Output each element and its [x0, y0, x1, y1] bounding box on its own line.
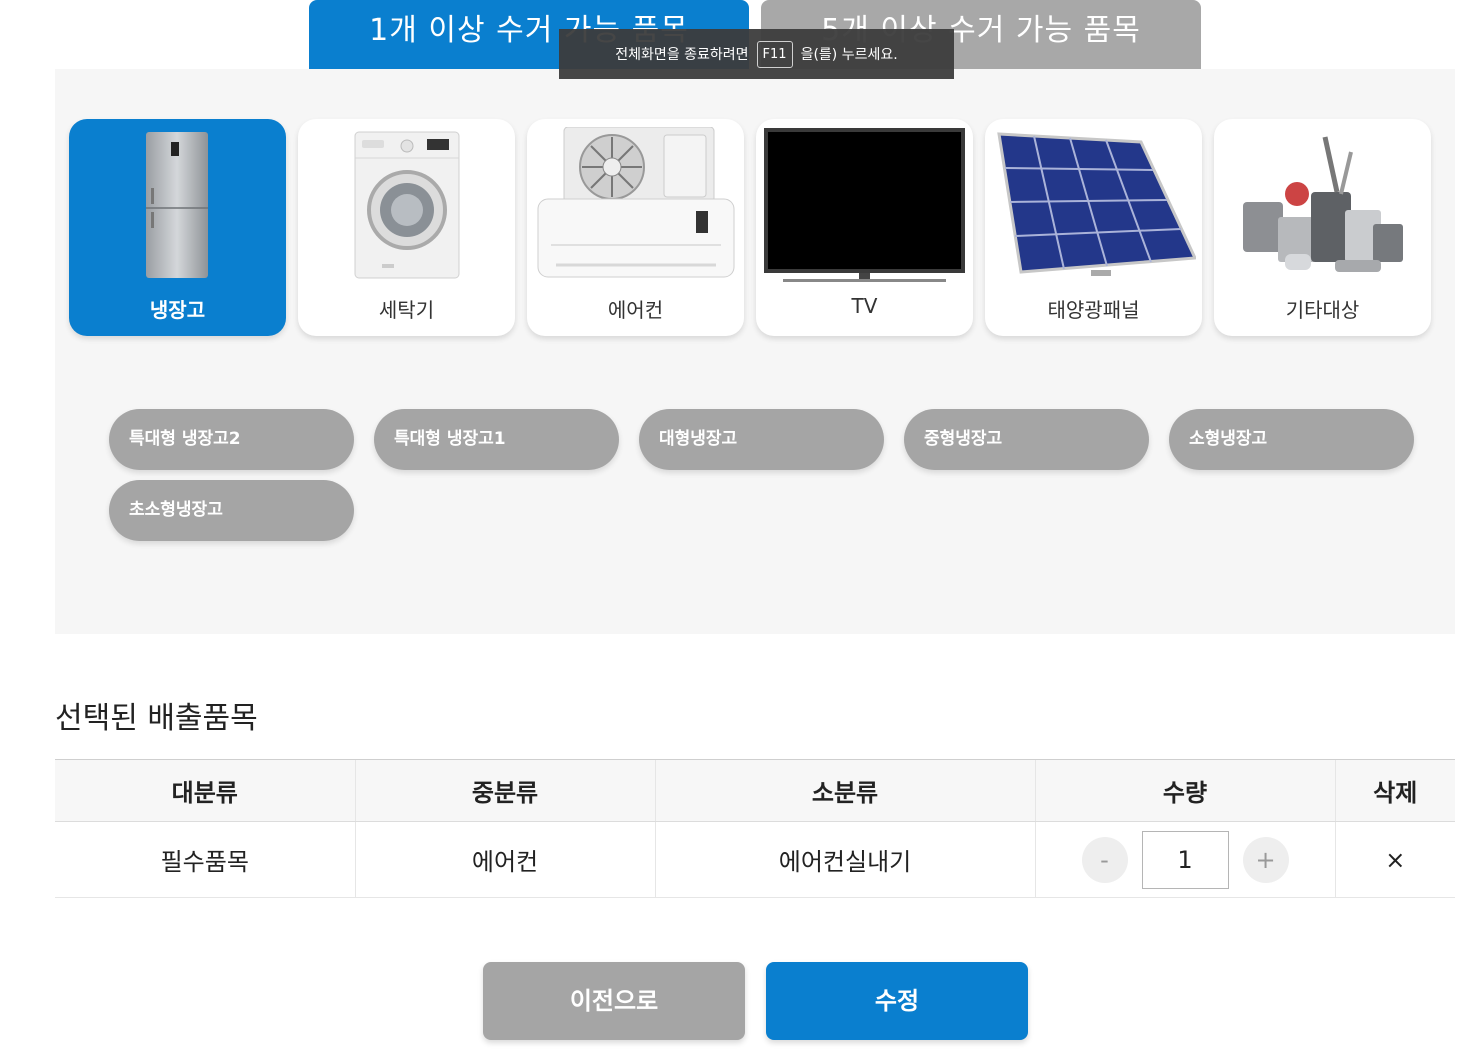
category-label: 기타대상 — [1285, 298, 1360, 322]
subcategory-xl-fridge-2[interactable]: 특대형 냉장고2 — [109, 409, 354, 470]
category-label: TV — [851, 294, 878, 318]
edit-button[interactable]: 수정 — [766, 962, 1028, 1040]
quantity-stepper: - + — [1036, 830, 1335, 889]
category-solar-panel[interactable]: 태양광패널 — [985, 119, 1202, 336]
cell-major: 필수품목 — [55, 821, 355, 898]
table-row: 필수품목 에어컨 에어컨실내기 - + × — [55, 821, 1455, 898]
category-label: 태양광패널 — [1047, 298, 1140, 322]
subcategory-medium-fridge[interactable]: 중형냉장고 — [904, 409, 1149, 470]
selected-items-title: 선택된 배출품목 — [55, 701, 258, 736]
category-washing-machine[interactable]: 세탁기 — [298, 119, 515, 336]
cell-quantity: - + — [1034, 821, 1335, 898]
category-label: 에어컨 — [607, 298, 664, 322]
subcategory-small-fridge[interactable]: 소형냉장고 — [1169, 409, 1414, 470]
decrease-button[interactable]: - — [1081, 836, 1128, 883]
f11-key: F11 — [756, 40, 793, 68]
category-other[interactable]: 기타대상 — [1214, 119, 1431, 336]
category-label: 냉장고 — [149, 298, 206, 322]
toast-prefix: 전체화면을 종료하려면 — [615, 47, 749, 63]
selected-items-table: 대분류 중분류 소분류 수량 삭제 필수품목 에어컨 에어컨실내기 - + × — [55, 759, 1455, 898]
table-header-row: 대분류 중분류 소분류 수량 삭제 — [55, 759, 1455, 822]
close-icon[interactable]: × — [1385, 846, 1405, 874]
increase-button[interactable]: + — [1242, 836, 1289, 883]
subcategory-xl-fridge-1[interactable]: 특대형 냉장고1 — [374, 409, 619, 470]
subcategory-mini-fridge[interactable]: 초소형냉장고 — [109, 480, 354, 541]
header-middle: 중분류 — [354, 759, 655, 822]
cell-middle: 에어컨 — [354, 821, 655, 898]
category-refrigerator[interactable]: 냉장고 — [69, 119, 286, 336]
toast-suffix: 을(를) 누르세요. — [800, 47, 898, 63]
header-minor: 소분류 — [654, 759, 1035, 822]
category-panel: 냉장고 세탁기 에어컨 TV 태양광패널 기타대상 특대형 냉장고2 특대형 냉… — [55, 69, 1455, 634]
header-major: 대분류 — [55, 759, 355, 822]
refrigerator-icon — [69, 127, 286, 282]
header-quantity: 수량 — [1034, 759, 1335, 822]
fullscreen-toast: 전체화면을 종료하려면 F11 을(를) 누르세요. — [559, 29, 954, 79]
category-air-conditioner[interactable]: 에어컨 — [527, 119, 744, 336]
other-appliances-icon — [1214, 127, 1431, 282]
previous-button[interactable]: 이전으로 — [483, 962, 745, 1040]
category-label: 세탁기 — [378, 298, 435, 322]
air-conditioner-icon — [527, 127, 744, 282]
subcategory-large-fridge[interactable]: 대형냉장고 — [639, 409, 884, 470]
quantity-input[interactable] — [1141, 830, 1229, 889]
cell-minor: 에어컨실내기 — [654, 821, 1035, 898]
tv-icon — [756, 127, 973, 282]
header-delete: 삭제 — [1334, 759, 1455, 822]
category-tv[interactable]: TV — [756, 119, 973, 336]
washing-machine-icon — [298, 127, 515, 282]
cell-delete: × — [1334, 821, 1455, 898]
solar-panel-icon — [985, 127, 1202, 282]
